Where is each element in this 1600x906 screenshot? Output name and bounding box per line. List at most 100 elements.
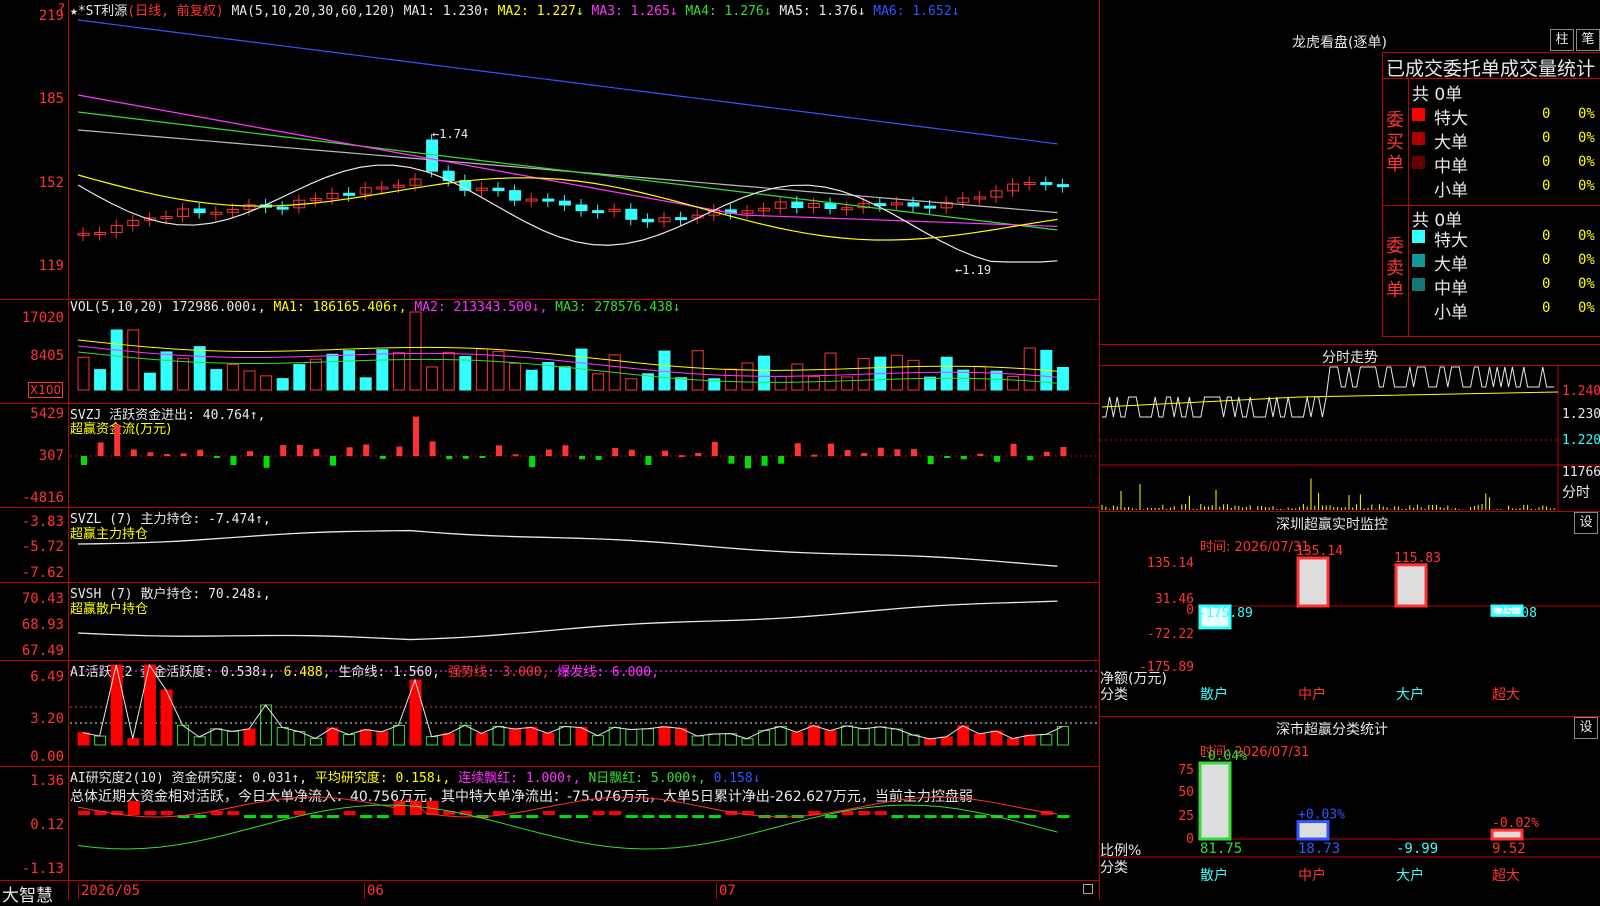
volume-bar: [824, 352, 837, 391]
price-panel[interactable]: ★*ST利源(日线, 前复权) MA(5,10,20,30,60,120) MA…: [0, 0, 1100, 300]
ratio-value: 18.73: [1298, 841, 1340, 857]
retail-holding-line: [77, 600, 1058, 641]
flow-bar: [844, 450, 851, 456]
activity-bar: [525, 726, 538, 746]
volume-bar: [426, 366, 439, 391]
volume-bar: [442, 351, 455, 391]
order-percent: 0%: [1578, 228, 1595, 244]
volume-bar: [343, 350, 356, 391]
activity-bar: [475, 732, 488, 746]
activity-bar: [841, 725, 854, 746]
research-bar: [559, 815, 572, 818]
flow-bar: [745, 456, 751, 469]
research-bar: [293, 811, 306, 815]
flow-bar: [960, 456, 967, 460]
ai-activity-chart: [70, 663, 1099, 746]
activity-bar: [127, 738, 140, 746]
research-bar: [360, 815, 373, 818]
activity-bar: [890, 728, 903, 746]
class-ratio-bars: -0.04% 81.75 +0.03% 18.73 -9.99 -0.02% 9.52: [1100, 749, 1600, 858]
activity-bar: [309, 737, 322, 746]
candle: [343, 192, 356, 196]
activity-bar: [558, 726, 571, 746]
volume-bar: [309, 358, 322, 391]
research-bar: [874, 811, 887, 815]
volume-bar: [525, 369, 538, 391]
volume-bar: [542, 361, 555, 391]
intraday-price-tick: 1.220: [1562, 433, 1600, 448]
intraday-tab-label[interactable]: 分时: [1562, 482, 1590, 502]
candle: [276, 206, 289, 210]
research-bar: [924, 815, 937, 818]
flow-bar: [263, 456, 270, 468]
research-bar: [509, 815, 522, 818]
activity-bar: [874, 726, 887, 746]
candle: [509, 190, 522, 201]
research-bar: [277, 815, 290, 818]
flow-bar: [247, 451, 253, 456]
flow-bar: [330, 456, 336, 466]
activity-bar: [94, 735, 107, 746]
flow-bar: [927, 456, 934, 465]
x-label-june: 06: [364, 883, 384, 899]
flow-bar: [861, 453, 868, 456]
activity-bar: [1007, 738, 1020, 746]
svzl-panel[interactable]: SVZL (7) 主力持仓: -7.474↑, 超赢主力持仓 -3.83 -5.…: [0, 508, 1100, 583]
research-bar: [858, 811, 871, 815]
research-bar: [127, 801, 140, 815]
volume-bar: [326, 353, 339, 391]
volume-bar: [409, 311, 422, 391]
volume-bar: [907, 359, 920, 391]
volume-panel[interactable]: VOL(5,10,20) 172986.000↓, MA1: 186165.40…: [0, 300, 1100, 404]
volume-bar: [509, 362, 522, 391]
ma-line: [77, 174, 1058, 241]
volume-bar: [243, 370, 256, 391]
x-label-july: 07: [716, 883, 736, 899]
research-bar: [642, 815, 655, 818]
volume-bar: [160, 351, 173, 391]
net-bar-value: 115.83: [1394, 551, 1441, 566]
research-bar: [244, 815, 256, 818]
research-bar: [161, 811, 173, 815]
flow-bar: [230, 456, 237, 466]
price-line: [1102, 366, 1555, 418]
x-label-may: 2026/05: [78, 883, 140, 899]
volume-bar: [592, 373, 605, 391]
volume-bar: [94, 369, 107, 391]
net-bar-中户: [1296, 556, 1330, 608]
ai-research-panel[interactable]: AI研究度2(10) 资金研究度: 0.031↑, 平均研究度: 0.158↓,…: [0, 767, 1100, 880]
intraday-volume-tick: 11766: [1562, 465, 1600, 480]
ratio-delta: -0.04%: [1200, 749, 1247, 764]
research-bar: [78, 811, 90, 815]
research-bar: [692, 815, 705, 818]
activity-bar: [276, 726, 289, 746]
volume-bar: [177, 357, 190, 391]
volume-bar: [940, 356, 953, 391]
high-annotation-value: 1.74: [439, 127, 469, 141]
intraday-chart: [1100, 365, 1600, 512]
svsh-panel[interactable]: SVSH (7) 散户持仓: 70.248↓, 超赢散户持仓 70.43 68.…: [0, 583, 1100, 661]
order-count: 0: [1542, 130, 1551, 146]
order-size-label: 大单: [1434, 255, 1468, 275]
research-bar: [526, 815, 539, 818]
flow-bar: [562, 445, 569, 456]
divider: [1382, 52, 1383, 337]
research-bar: [576, 815, 588, 818]
volume-bar: [392, 352, 405, 391]
column-view-button[interactable]: 柱: [1550, 29, 1574, 51]
volume-bar: [758, 355, 771, 391]
lock-icon[interactable]: [1083, 884, 1093, 894]
flow-bar: [529, 456, 536, 468]
svzj-panel[interactable]: SVZJ 活跃资金进出: 40.764↑, 超赢资金流(万元) 5429 307…: [0, 404, 1100, 508]
intraday-panel[interactable]: 分时走势 1.240 1.230 1.220 11766 分时: [1100, 345, 1600, 512]
class-stats-panel[interactable]: 深市超赢分类统计 设 时间: 2026/07/31 75 50 25 0 -0.…: [1100, 717, 1600, 900]
realtime-monitor-panel[interactable]: 深圳超赢实时监控 设 时间: 2026/07/31 135.14 31.46 0…: [1100, 512, 1600, 717]
tick-view-button[interactable]: 笔: [1576, 29, 1600, 51]
order-size-label: 中单: [1434, 279, 1468, 299]
volume-bar: [724, 368, 737, 391]
ma-line: [77, 94, 1058, 227]
order-count: 0: [1542, 154, 1551, 170]
volume-bar: [193, 346, 206, 391]
longhu-title: 龙虎看盘(逐单): [1292, 35, 1387, 51]
ai-activity-panel[interactable]: AI活跃度2 资金活跃度: 0.538↓, 6.488, 生命线: 1.560,…: [0, 661, 1100, 767]
